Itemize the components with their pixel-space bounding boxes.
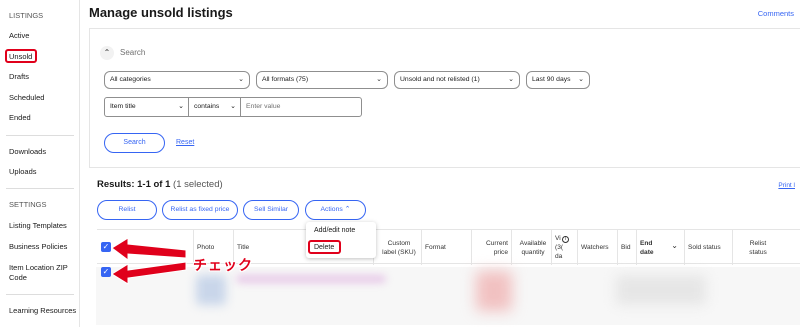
- chevron-down-icon: ⌄: [178, 103, 184, 110]
- field-select[interactable]: Item title ⌄: [105, 98, 189, 116]
- sidebar-item-learning[interactable]: Learning Resources: [9, 306, 76, 316]
- sidebar-divider: [6, 135, 74, 136]
- col-available-l1: Available: [519, 239, 547, 247]
- col-watchers: Watchers: [577, 230, 617, 265]
- col-custom-label: Custom label (SKU): [373, 230, 421, 265]
- period-dropdown[interactable]: Last 90 days ⌄: [526, 71, 590, 89]
- search-panel-label: Search: [120, 48, 146, 57]
- col-views: Vi i (3( da: [551, 230, 577, 265]
- sidebar-item-active[interactable]: Active: [9, 31, 29, 41]
- value-placeholder: Enter value: [246, 103, 281, 110]
- col-current-price: Current price: [471, 230, 511, 265]
- col-sold-status: Sold status: [684, 230, 732, 265]
- table-row: [96, 267, 800, 325]
- sidebar-item-uploads[interactable]: Uploads: [9, 167, 37, 177]
- sidebar-item-scheduled[interactable]: Scheduled: [9, 93, 44, 103]
- field-value: Item title: [110, 103, 136, 110]
- comments-link[interactable]: Comments: [758, 9, 794, 18]
- settings-heading: SETTINGS: [9, 200, 47, 209]
- print-link[interactable]: Print l: [778, 182, 795, 189]
- filter-row: Item title ⌄ contains ⌄ Enter value: [104, 97, 362, 117]
- menu-item-add-edit-note[interactable]: Add/edit note: [314, 227, 355, 234]
- search-button[interactable]: Search: [104, 133, 165, 153]
- listings-heading: LISTINGS: [9, 11, 44, 20]
- operator-select[interactable]: contains ⌄: [189, 98, 241, 116]
- operator-value: contains: [194, 103, 220, 110]
- relist-fixed-price-button[interactable]: Relist as fixed price: [162, 200, 238, 220]
- col-available-l2: quantity: [521, 248, 545, 256]
- blurred-title: [236, 275, 386, 283]
- sidebar-item-drafts[interactable]: Drafts: [9, 72, 29, 82]
- col-custom-label-l1: Custom: [387, 239, 411, 247]
- col-relist-status: Relist status: [732, 230, 780, 265]
- sell-similar-button[interactable]: Sell Similar: [243, 200, 299, 220]
- chevron-down-icon: ⌄: [508, 76, 514, 83]
- col-current-price-l1: Current: [486, 239, 508, 247]
- info-icon[interactable]: i: [561, 236, 569, 243]
- col-available-quantity: Available quantity: [511, 230, 551, 265]
- sidebar-item-business-policies[interactable]: Business Policies: [9, 242, 67, 252]
- chevron-up-icon: ⌃: [344, 206, 351, 213]
- col-end-date-l2: date: [640, 248, 654, 256]
- value-input[interactable]: Enter value: [241, 98, 361, 116]
- chevron-down-icon: ⌄: [238, 76, 244, 83]
- col-views-l1: Vi i: [555, 234, 569, 243]
- sidebar-divider: [6, 188, 74, 189]
- col-bid: Bid: [617, 230, 636, 265]
- chevron-down-icon: ⌄: [230, 103, 236, 110]
- collapse-chevron-up-icon[interactable]: ⌃: [100, 46, 114, 60]
- col-format: Format: [421, 230, 471, 265]
- results-selected: (1 selected): [173, 179, 223, 190]
- annotation-arrow-icon: [111, 261, 187, 285]
- col-views-text: Vi: [555, 235, 561, 242]
- col-custom-label-l2: label (SKU): [382, 248, 416, 256]
- results-count: Results: 1-1 of 1: [97, 179, 171, 190]
- status-dropdown[interactable]: Unsold and not relisted (1) ⌄: [394, 71, 520, 89]
- results-summary: Results: 1-1 of 1 (1 selected): [97, 179, 223, 190]
- chevron-down-icon: ⌄: [376, 76, 382, 83]
- col-end-date-l1: End: [640, 239, 653, 247]
- relist-button[interactable]: Relist: [97, 200, 157, 220]
- chevron-down-icon: ⌄: [671, 241, 678, 250]
- sidebar: LISTINGS Active Unsold Drafts Scheduled …: [0, 0, 80, 327]
- col-views-l2: (3(: [555, 244, 564, 251]
- format-dropdown[interactable]: All formats (75) ⌄: [256, 71, 388, 89]
- search-panel: ⌃ Search All categories ⌄ All formats (7…: [89, 28, 800, 168]
- blurred-price: [476, 271, 512, 311]
- chevron-down-icon: ⌄: [578, 76, 584, 83]
- blurred-photo: [196, 275, 226, 305]
- sidebar-item-listing-templates[interactable]: Listing Templates: [9, 221, 67, 231]
- annotation-label: チェック: [193, 258, 253, 274]
- sidebar-item-item-location-cont[interactable]: Code: [9, 273, 27, 283]
- unsold-highlight-box: [5, 49, 37, 63]
- col-views-l3: da: [555, 253, 563, 260]
- sidebar-item-downloads[interactable]: Downloads: [9, 147, 46, 157]
- col-current-price-l2: price: [493, 248, 508, 256]
- category-value: All categories: [110, 76, 151, 83]
- blurred-cells: [616, 275, 706, 305]
- page-title: Manage unsold listings: [89, 5, 233, 20]
- col-relist-l1: Relist: [749, 239, 767, 247]
- actions-button[interactable]: Actions ⌃: [305, 200, 366, 220]
- category-dropdown[interactable]: All categories ⌄: [104, 71, 250, 89]
- reset-link[interactable]: Reset: [176, 139, 194, 146]
- format-value: All formats (75): [262, 76, 309, 83]
- actions-label: Actions: [320, 206, 343, 213]
- period-value: Last 90 days: [532, 76, 571, 83]
- status-value: Unsold and not relisted (1): [400, 76, 480, 83]
- col-relist-l2: status: [749, 248, 767, 256]
- sidebar-item-item-location[interactable]: Item Location ZIP: [9, 263, 68, 273]
- delete-highlight-box: [308, 240, 341, 254]
- sidebar-divider: [6, 294, 74, 295]
- sidebar-item-ended[interactable]: Ended: [9, 113, 31, 123]
- col-end-date[interactable]: End date ⌄: [636, 230, 684, 265]
